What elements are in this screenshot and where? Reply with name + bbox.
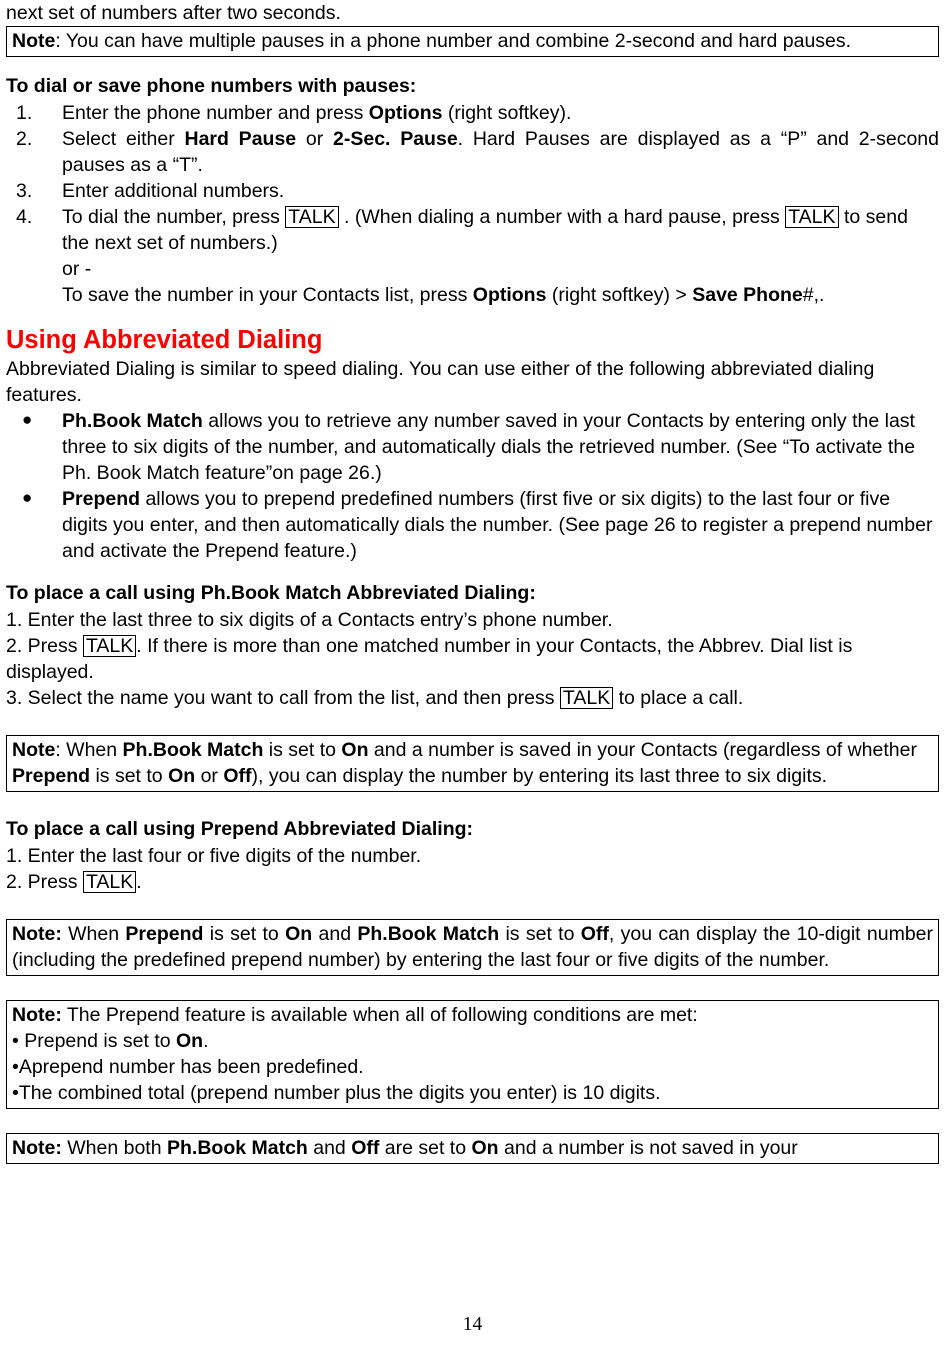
step4-save: To save the number in your Contacts list… bbox=[62, 284, 825, 306]
abbrev-feature-list: ● Ph.Book Match allows you to retrieve a… bbox=[6, 408, 939, 564]
talk-key: TALK bbox=[82, 871, 137, 893]
talk-key: TALK bbox=[785, 206, 839, 228]
heading-dial-save: To dial or save phone numbers with pause… bbox=[6, 75, 417, 97]
phbook-step-1: 1. Enter the last three to six digits of… bbox=[6, 609, 613, 631]
phbook-step-2: 2. Press TALK. If there is more than one… bbox=[6, 635, 853, 683]
continuation-text: next set of numbers after two seconds. bbox=[6, 2, 341, 24]
step-text: To dial the number, press TALK . (When d… bbox=[62, 206, 908, 254]
list-item: 2. Select either Hard Pause or 2-Sec. Pa… bbox=[6, 126, 939, 178]
bullet-text: Ph.Book Match allows you to retrieve any… bbox=[62, 410, 916, 484]
document-page: next set of numbers after two seconds. N… bbox=[0, 0, 945, 1359]
note-box-2: Note: When Ph.Book Match is set to On an… bbox=[6, 735, 939, 792]
step-text: Select either Hard Pause or 2-Sec. Pause… bbox=[62, 128, 939, 176]
bullet-text: Prepend allows you to prepend predefined… bbox=[62, 488, 933, 562]
heading-phbook-match: To place a call using Ph.Book Match Abbr… bbox=[6, 582, 536, 604]
note-box-4-line-2: • Prepend is set to On. bbox=[12, 1030, 209, 1052]
note-box-5-text: Note: When both Ph.Book Match and Off ar… bbox=[12, 1137, 798, 1159]
page-number: 14 bbox=[462, 1314, 483, 1335]
note-box-3-text: Note: When Prepend is set to On and Ph.B… bbox=[12, 923, 934, 971]
talk-key: TALK bbox=[285, 206, 339, 228]
note-box-4-line-1: Note: The Prepend feature is available w… bbox=[12, 1004, 698, 1026]
step-text: Enter additional numbers. bbox=[62, 180, 285, 202]
note-label: Note bbox=[12, 30, 56, 52]
note-box-3: Note: When Prepend is set to On and Ph.B… bbox=[6, 919, 939, 976]
note-box-4-line-3: •Aprepend number has been predefined. bbox=[12, 1056, 364, 1078]
note-box-5: Note: When both Ph.Book Match and Off ar… bbox=[6, 1133, 939, 1164]
note-box-2-text: Note: When Ph.Book Match is set to On an… bbox=[12, 739, 917, 787]
note-body: You can have multiple pauses in a phone … bbox=[65, 30, 852, 52]
note-box-4-line-4: •The combined total (prepend number plus… bbox=[12, 1082, 661, 1104]
bullet-icon: ● bbox=[22, 410, 33, 429]
heading-using-abbreviated-dialing: Using Abbreviated Dialing bbox=[6, 326, 323, 354]
step-number: 3. bbox=[16, 180, 33, 202]
note-colon: : bbox=[55, 30, 66, 52]
list-item: 1. Enter the phone number and press Opti… bbox=[6, 100, 939, 126]
prepend-step-2: 2. Press TALK. bbox=[6, 871, 142, 893]
abbrev-intro: Abbreviated Dialing is similar to speed … bbox=[6, 358, 875, 406]
note-box-1-text: Note: You can have multiple pauses in a … bbox=[12, 28, 933, 54]
talk-key: TALK bbox=[82, 635, 137, 657]
step-number: 4. bbox=[16, 206, 33, 228]
note-box-1: Note: You can have multiple pauses in a … bbox=[6, 26, 939, 57]
step4-or: or - bbox=[62, 258, 92, 280]
phbook-step-3: 3. Select the name you want to call from… bbox=[6, 687, 744, 709]
step-number: 1. bbox=[16, 102, 33, 124]
list-item: 4. To dial the number, press TALK . (Whe… bbox=[6, 204, 939, 256]
note-box-4: Note: The Prepend feature is available w… bbox=[6, 1000, 939, 1109]
step-number: 2. bbox=[16, 128, 33, 150]
heading-prepend-abbrev: To place a call using Prepend Abbreviate… bbox=[6, 818, 474, 840]
step-text: Enter the phone number and press Options… bbox=[62, 102, 572, 124]
list-item: 3. Enter additional numbers. bbox=[6, 178, 939, 204]
list-item: ● Ph.Book Match allows you to retrieve a… bbox=[6, 408, 939, 486]
talk-key: TALK bbox=[559, 687, 614, 709]
dial-save-steps: 1. Enter the phone number and press Opti… bbox=[6, 100, 939, 256]
list-item: ● Prepend allows you to prepend predefin… bbox=[6, 486, 939, 564]
bullet-icon: ● bbox=[22, 488, 33, 507]
prepend-step-1: 1. Enter the last four or five digits of… bbox=[6, 845, 422, 867]
